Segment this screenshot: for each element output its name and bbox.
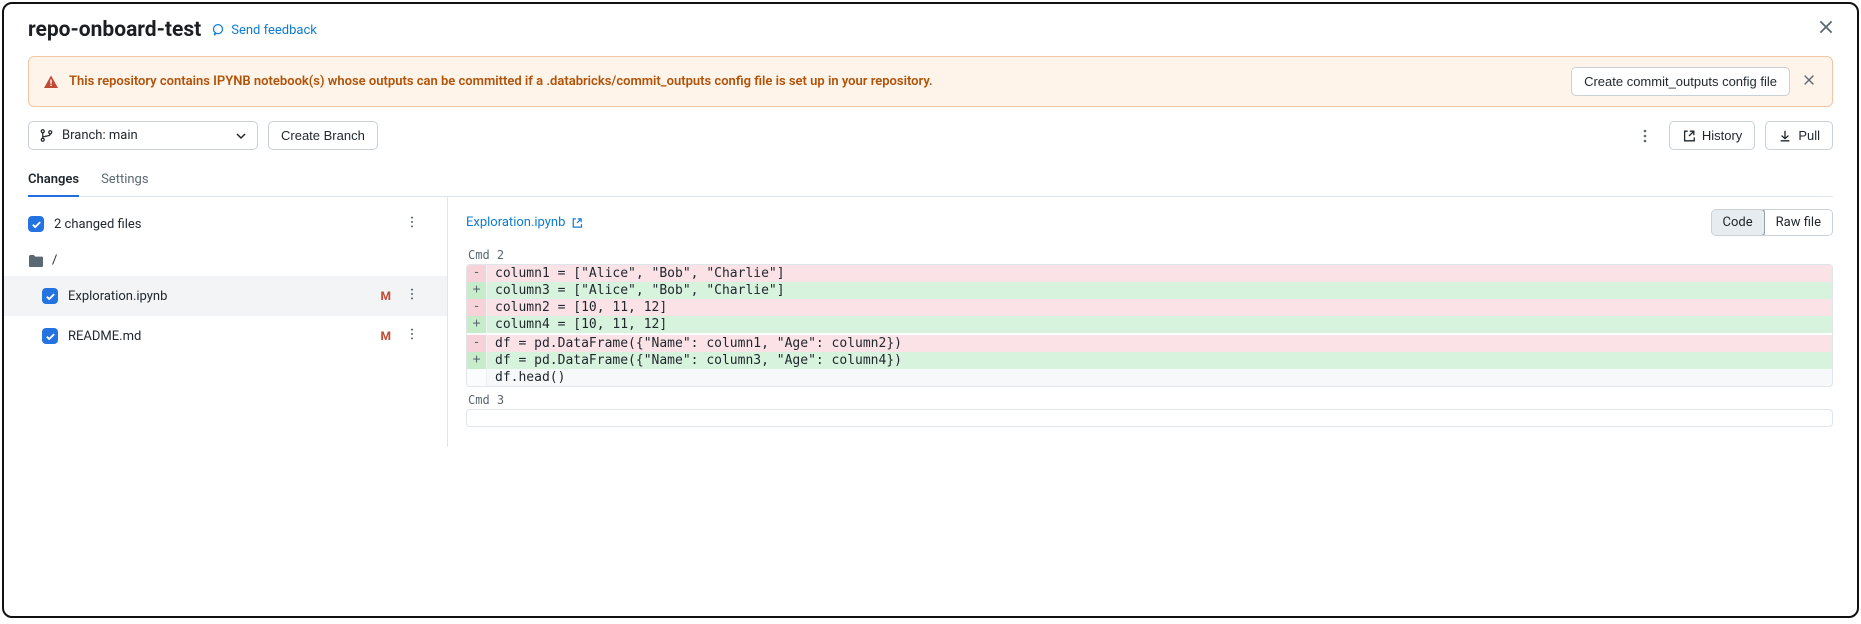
close-icon [1802, 73, 1816, 87]
close-icon [1817, 18, 1835, 36]
changed-files-count: 2 changed files [54, 217, 391, 232]
view-mode-raw[interactable]: Raw file [1764, 210, 1832, 235]
file-row-exploration[interactable]: Exploration.ipynb M [4, 276, 447, 316]
diff-block: -column1 = ["Alice", "Bob", "Charlie"]+c… [466, 264, 1833, 387]
check-icon [31, 219, 42, 230]
banner-text: This repository contains IPYNB notebook(… [69, 74, 1561, 89]
create-branch-button[interactable]: Create Branch [268, 121, 378, 150]
file-menu[interactable] [401, 283, 423, 309]
diff-line: +column3 = ["Alice", "Bob", "Charlie"] [467, 282, 1832, 299]
kebab-icon [405, 327, 419, 341]
modified-badge: M [380, 329, 391, 343]
kebab-icon [1637, 128, 1653, 144]
folder-icon [28, 254, 44, 268]
root-folder-row[interactable]: / [4, 245, 447, 276]
chevron-down-icon [235, 130, 247, 142]
diff-line: +df = pd.DataFrame({"Name": column3, "Ag… [467, 352, 1832, 369]
comment-icon [211, 23, 225, 37]
tab-changes[interactable]: Changes [28, 164, 79, 197]
external-link-icon [1682, 129, 1696, 143]
create-commit-outputs-button[interactable]: Create commit_outputs config file [1571, 67, 1790, 96]
diff-block-empty [466, 409, 1833, 427]
open-file-link[interactable]: Exploration.ipynb [466, 215, 583, 230]
branch-selector[interactable]: Branch: main [28, 121, 258, 150]
download-icon [1778, 129, 1792, 143]
file-checkbox[interactable] [42, 328, 58, 344]
diff-line: df.head() [467, 369, 1832, 386]
notebook-outputs-banner: This repository contains IPYNB notebook(… [28, 56, 1833, 107]
file-name: Exploration.ipynb [68, 289, 370, 304]
view-mode-toggle: Code Raw file [1711, 209, 1833, 236]
diff-line: -df = pd.DataFrame({"Name": column1, "Ag… [467, 335, 1832, 352]
check-icon [45, 291, 56, 302]
branch-icon [39, 128, 54, 143]
file-name: README.md [68, 329, 370, 344]
more-actions-button[interactable] [1631, 122, 1659, 150]
pull-button[interactable]: Pull [1765, 121, 1833, 150]
file-menu[interactable] [401, 323, 423, 349]
history-button[interactable]: History [1669, 121, 1755, 150]
branch-label: Branch: main [62, 128, 138, 143]
close-dialog-button[interactable] [1813, 14, 1839, 44]
changed-files-menu[interactable] [401, 211, 423, 237]
cell-label: Cmd 3 [468, 393, 1833, 407]
external-link-icon [571, 217, 583, 229]
select-all-checkbox[interactable] [28, 216, 44, 232]
page-title: repo-onboard-test [28, 18, 201, 42]
modified-badge: M [380, 289, 391, 303]
tab-settings[interactable]: Settings [101, 164, 148, 197]
diff-line: -column2 = [10, 11, 12] [467, 299, 1832, 316]
root-folder-label: / [52, 253, 57, 268]
send-feedback-link[interactable]: Send feedback [211, 23, 317, 38]
kebab-icon [405, 287, 419, 301]
view-mode-code[interactable]: Code [1711, 209, 1765, 236]
send-feedback-label: Send feedback [231, 23, 317, 38]
file-checkbox[interactable] [42, 288, 58, 304]
diff-line: +column4 = [10, 11, 12] [467, 316, 1832, 333]
diff-line: -column1 = ["Alice", "Bob", "Charlie"] [467, 265, 1832, 282]
cell-label: Cmd 2 [468, 248, 1833, 262]
file-row-readme[interactable]: README.md M [4, 316, 447, 356]
warning-icon [43, 74, 59, 90]
check-icon [45, 331, 56, 342]
kebab-icon [405, 215, 419, 229]
dismiss-banner-button[interactable] [1800, 71, 1818, 93]
